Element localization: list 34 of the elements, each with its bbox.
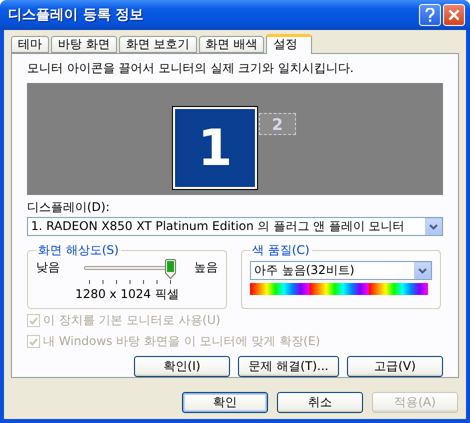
tab[interactable]: 화면 보호기: [118, 36, 197, 53]
tab[interactable]: 화면 배색: [198, 36, 264, 53]
dialog-button[interactable]: 취소: [277, 392, 363, 413]
field-label: 디스플레이(D):: [27, 199, 111, 216]
checkbox-label: 내 Windows 바탕 화면을 이 모니터에 맞게 확장(E): [43, 333, 320, 350]
instruction-text: 모니터 아이콘을 끌어서 모니터의 실제 크기와 일치시킵니다.: [27, 60, 355, 77]
panel-button[interactable]: 고급(V): [347, 356, 443, 377]
tab[interactable]: 테마: [11, 36, 49, 53]
display-dropdown[interactable]: 1. RADEON X850 XT Platinum Edition 의 플러그 앤 플레이 모니터: [27, 217, 443, 236]
dropdown-value: 1. RADEON X850 XT Platinum Edition 의 플러그 앤 플레이 모니터: [31, 218, 405, 235]
close-button[interactable]: [443, 4, 465, 26]
color-quality-dropdown[interactable]: 아주 높음(32비트): [250, 261, 432, 280]
check-icon: [29, 316, 38, 324]
resolution-reading: 1280 x 1024 픽셀: [75, 286, 179, 303]
chevron-down-icon: [418, 268, 427, 274]
monitor-tile[interactable]: 1: [173, 107, 257, 189]
panel-button[interactable]: 확인(I): [134, 356, 230, 377]
slider-thumb[interactable]: [164, 259, 176, 279]
help-icon: [425, 8, 435, 22]
group-title: 색 품질(C): [251, 242, 311, 259]
help-button[interactable]: [419, 4, 441, 26]
dialog-button[interactable]: 확인: [182, 392, 268, 413]
dropdown-value: 아주 높음(32비트): [254, 262, 354, 279]
checkbox-label: 이 장치를 기본 모니터로 사용(U): [43, 312, 220, 329]
tab[interactable]: 바탕 화면: [51, 36, 117, 53]
chevron-down-icon: [429, 224, 438, 230]
slider-min-label: 낮음: [36, 259, 60, 276]
panel-button[interactable]: 문제 해결(T)...: [238, 356, 339, 377]
group-title: 화면 해상도(S): [37, 242, 120, 259]
check-icon: [29, 338, 38, 346]
window-title: 디스플레이 등록 정보: [8, 6, 145, 24]
tab[interactable]: 설정: [266, 34, 312, 54]
close-icon: [448, 9, 460, 21]
slider-max-label: 높음: [194, 259, 218, 276]
